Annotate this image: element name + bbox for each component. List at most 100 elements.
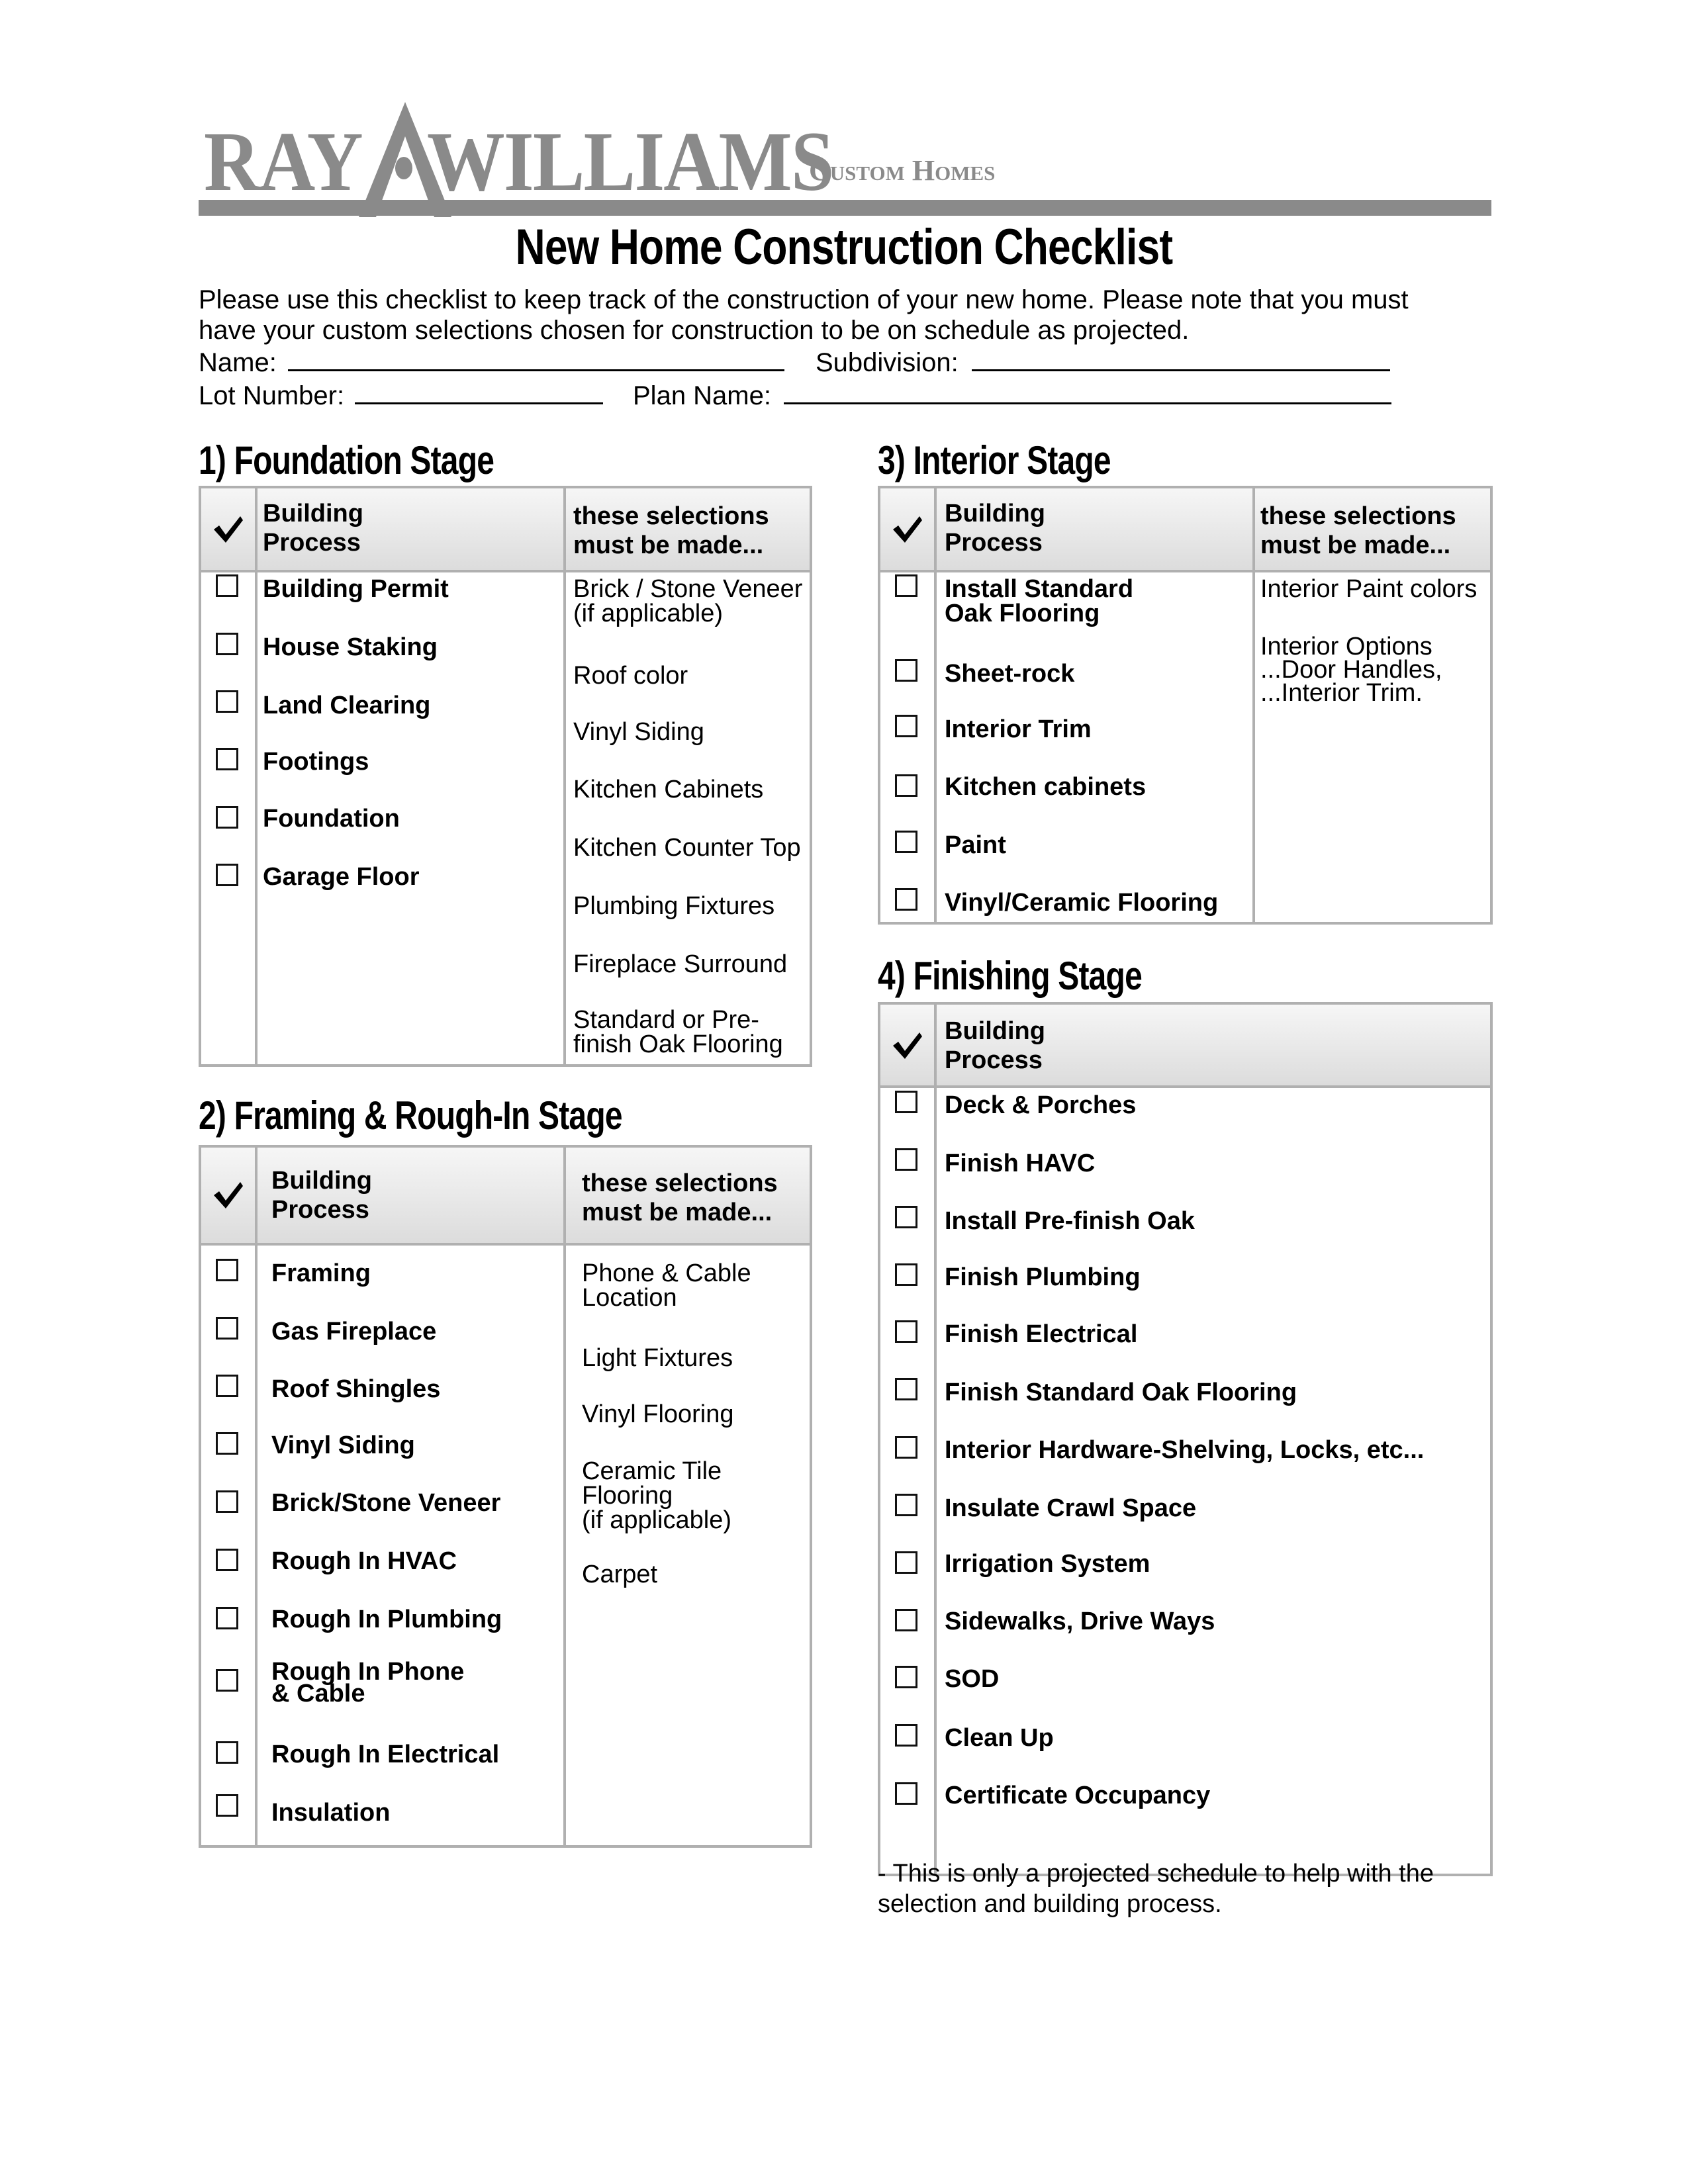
footnote-line-1: - This is only a projected schedule to h… (878, 1860, 1434, 1888)
plan-name-field[interactable] (784, 402, 1391, 404)
checkbox-insulate-crawl-space[interactable] (895, 1494, 917, 1516)
checkbox-rough-in-hvac[interactable] (216, 1549, 238, 1571)
checkbox-interior-trim[interactable] (895, 715, 917, 737)
header-building-process: Building Process (945, 1017, 1045, 1075)
list-item: Finish Electrical (945, 1320, 1138, 1348)
list-item: Land Clearing (263, 692, 431, 719)
header-line: these selections (1260, 502, 1456, 530)
column-divider (255, 488, 258, 1064)
checkbox-insulation[interactable] (216, 1794, 238, 1817)
checkbox-land-clearing[interactable] (216, 690, 238, 713)
column-divider (563, 488, 566, 1064)
checkbox-finish-standard-oak-flooring[interactable] (895, 1378, 917, 1400)
list-item: Interior Hardware-Shelving, Locks, etc..… (945, 1436, 1425, 1464)
selection-item: Plumbing Fixtures (573, 892, 775, 920)
checkmark-icon (214, 1182, 243, 1208)
column-divider (255, 1148, 258, 1845)
list-item: Clean Up (945, 1724, 1054, 1752)
selection-item: Phone & Cable Location (582, 1259, 751, 1312)
checkbox-sidewalks-drive-ways[interactable] (895, 1609, 917, 1631)
list-item: Install Pre-finish Oak (945, 1207, 1195, 1235)
header-line: Building (263, 500, 363, 527)
checkbox-interior-hardware[interactable] (895, 1436, 917, 1459)
checkbox-certificate-occupancy[interactable] (895, 1782, 917, 1805)
list-item: Gas Fireplace (271, 1318, 437, 1345)
checkbox-vinyl-ceramic-flooring[interactable] (895, 888, 917, 911)
header-line: these selections (573, 502, 769, 530)
checkbox-clean-up[interactable] (895, 1724, 917, 1747)
checkbox-install-standard-oak-flooring[interactable] (895, 574, 917, 597)
checkbox-garage-floor[interactable] (216, 864, 238, 886)
selection-item: Roof color (573, 662, 688, 690)
header-building-process: Building Process (945, 499, 1045, 557)
subdivision-field[interactable] (972, 369, 1390, 371)
logo-rule (199, 200, 1491, 216)
checkbox-rough-in-phone-cable[interactable] (216, 1669, 238, 1692)
lot-number-field[interactable] (355, 402, 603, 404)
list-item: Footings (263, 748, 369, 776)
list-item: Insulation (271, 1799, 391, 1827)
checkbox-house-staking[interactable] (216, 633, 238, 655)
checkbox-foundation[interactable] (216, 806, 238, 829)
checkbox-roof-shingles[interactable] (216, 1375, 238, 1397)
list-item: Rough In Electrical (271, 1741, 500, 1768)
checkbox-irrigation-system[interactable] (895, 1551, 917, 1574)
checkbox-footings[interactable] (216, 748, 238, 770)
checkbox-finish-havc[interactable] (895, 1148, 917, 1171)
checkbox-finish-electrical[interactable] (895, 1320, 917, 1343)
header-line: Building (945, 500, 1045, 527)
list-item: Finish HAVC (945, 1150, 1096, 1177)
list-item: Sheet-rock (945, 660, 1075, 688)
header-building-process: Building Process (263, 499, 363, 557)
list-item: Roof Shingles (271, 1375, 441, 1403)
header-selections: these selections must be made... (573, 502, 769, 560)
checkbox-kitchen-cabinets[interactable] (895, 774, 917, 797)
interior-stage-heading: 3) Interior Stage (878, 438, 1111, 482)
header-line: these selections (582, 1169, 778, 1197)
list-item: SOD (945, 1665, 1000, 1693)
checkbox-brick-stone-veneer[interactable] (216, 1490, 238, 1513)
list-item: Foundation (263, 805, 400, 833)
interior-stage-table: Building Process these selections must be … (878, 486, 1493, 925)
list-item: Vinyl Siding (271, 1432, 415, 1459)
checkbox-rough-in-electrical[interactable] (216, 1741, 238, 1764)
selection-item: Ceramic Tile Flooring (if applicable) (582, 1457, 731, 1534)
header-line: Building (271, 1167, 372, 1195)
list-item: Building Permit (263, 575, 449, 603)
logo-word-ray: RAY (204, 114, 363, 208)
list-item: Rough In HVAC (271, 1547, 457, 1575)
header-line: Building (945, 1017, 1045, 1045)
checkmark-icon (893, 1032, 922, 1059)
checkbox-gas-fireplace[interactable] (216, 1317, 238, 1340)
list-item: Deck & Porches (945, 1091, 1137, 1119)
checkbox-install-pre-finish-oak[interactable] (895, 1206, 917, 1228)
column-divider (563, 1148, 566, 1845)
checkbox-vinyl-siding[interactable] (216, 1432, 238, 1455)
checkbox-rough-in-plumbing[interactable] (216, 1607, 238, 1629)
checkbox-sheet-rock[interactable] (895, 659, 917, 682)
list-item: Garage Floor (263, 863, 420, 891)
list-item: Interior Trim (945, 715, 1092, 743)
foundation-stage-heading: 1) Foundation Stage (199, 438, 494, 482)
checkbox-finish-plumbing[interactable] (895, 1263, 917, 1286)
checkbox-paint[interactable] (895, 831, 917, 853)
framing-stage-heading: 2) Framing & Rough-In Stage (199, 1093, 623, 1138)
plan-name-label: Plan Name: (633, 381, 771, 410)
intro-line-2: have your custom selections chosen for c… (199, 316, 1190, 345)
header-line: must be made... (1260, 531, 1451, 559)
checkbox-sod[interactable] (895, 1666, 917, 1688)
column-divider (934, 1005, 937, 1874)
checkbox-deck-porches[interactable] (895, 1091, 917, 1113)
checkbox-building-permit[interactable] (216, 574, 238, 597)
list-item: Framing (271, 1259, 371, 1287)
selection-item: Vinyl Siding (573, 718, 704, 746)
selection-item: Carpet (582, 1561, 658, 1588)
selection-item: Kitchen Cabinets (573, 776, 764, 803)
selection-item: Standard or Pre- finish Oak Flooring (573, 1006, 783, 1058)
name-field[interactable] (288, 369, 784, 371)
framing-stage-table: Building Process these selections must be … (199, 1145, 812, 1848)
checkmark-icon (214, 516, 243, 543)
checkbox-framing[interactable] (216, 1259, 238, 1281)
selection-item: Interior Paint colors (1260, 575, 1477, 603)
footnote-line-2: selection and building process. (878, 1890, 1222, 1918)
